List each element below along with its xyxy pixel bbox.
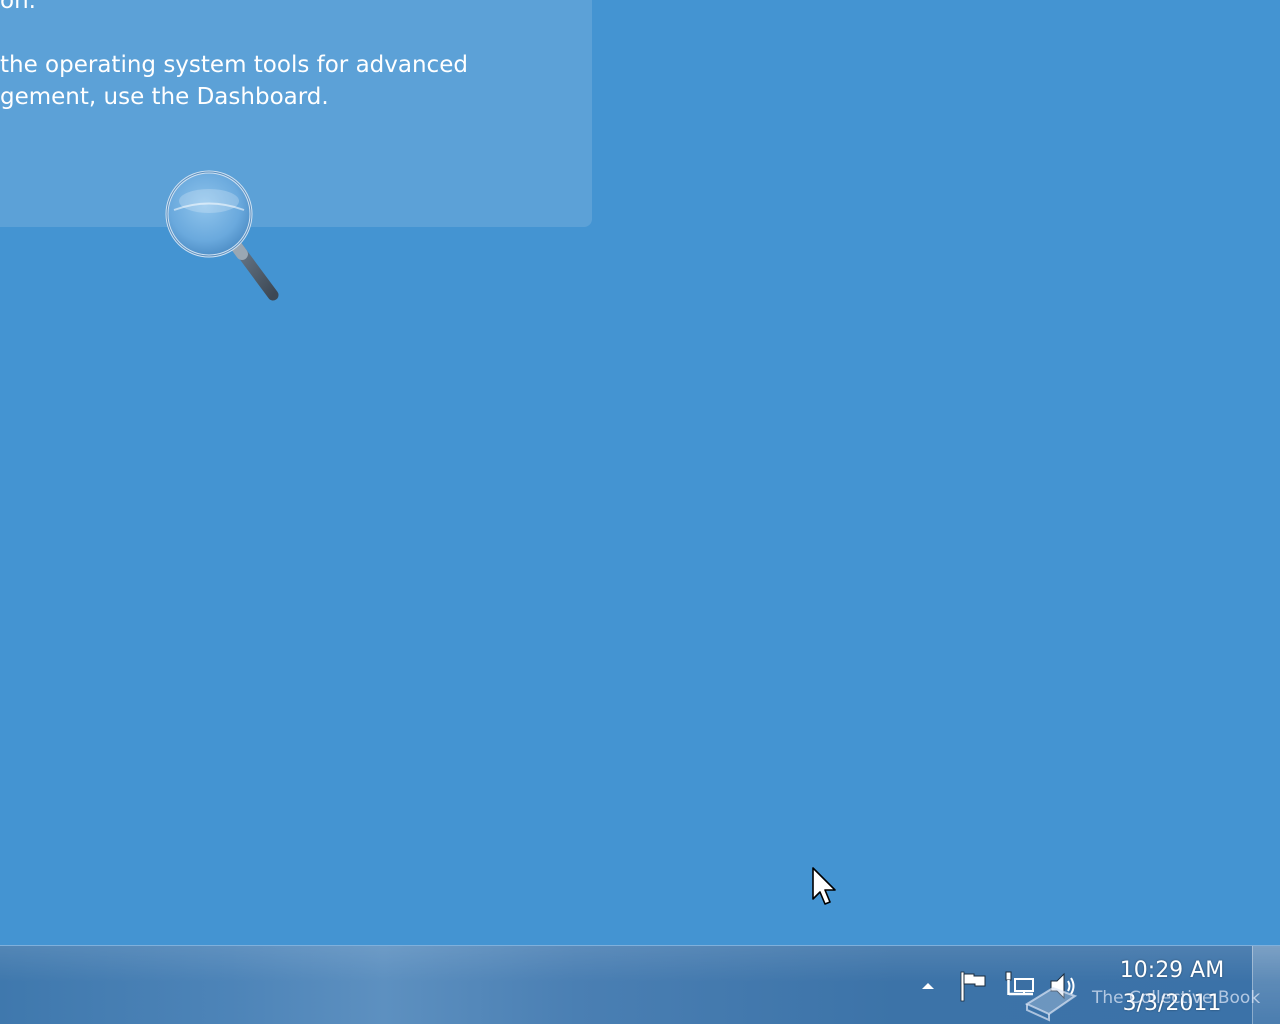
mouse-pointer-icon: [812, 867, 836, 905]
info-text-line-2: the operating system tools for advanced: [0, 52, 468, 78]
info-text-line-1: on.: [0, 0, 36, 14]
flag-icon: [960, 971, 986, 1002]
network-icon: [1005, 971, 1034, 996]
network-button[interactable]: [1002, 968, 1038, 1004]
clock-time: 10:29 AM: [1119, 958, 1225, 983]
clock[interactable]: 10:29 AM 3/3/2011: [1102, 954, 1242, 1020]
action-center-button[interactable]: [956, 968, 992, 1004]
desktop[interactable]: on. the operating system tools for advan…: [0, 0, 1280, 945]
show-hidden-icons-button[interactable]: [910, 968, 946, 1004]
info-panel: on. the operating system tools for advan…: [0, 0, 592, 227]
volume-button[interactable]: [1046, 968, 1082, 1004]
clock-date: 3/3/2011: [1122, 991, 1222, 1016]
show-desktop-button[interactable]: [1252, 946, 1280, 1024]
taskbar: 10:29 AM 3/3/2011: [0, 945, 1280, 1024]
speaker-icon: [1050, 972, 1075, 1000]
system-tray: 10:29 AM 3/3/2011: [910, 946, 1280, 1024]
magnifier-icon[interactable]: [160, 165, 290, 310]
info-text-line-3: gement, use the Dashboard.: [0, 84, 329, 110]
chevron-up-icon: [922, 983, 934, 989]
